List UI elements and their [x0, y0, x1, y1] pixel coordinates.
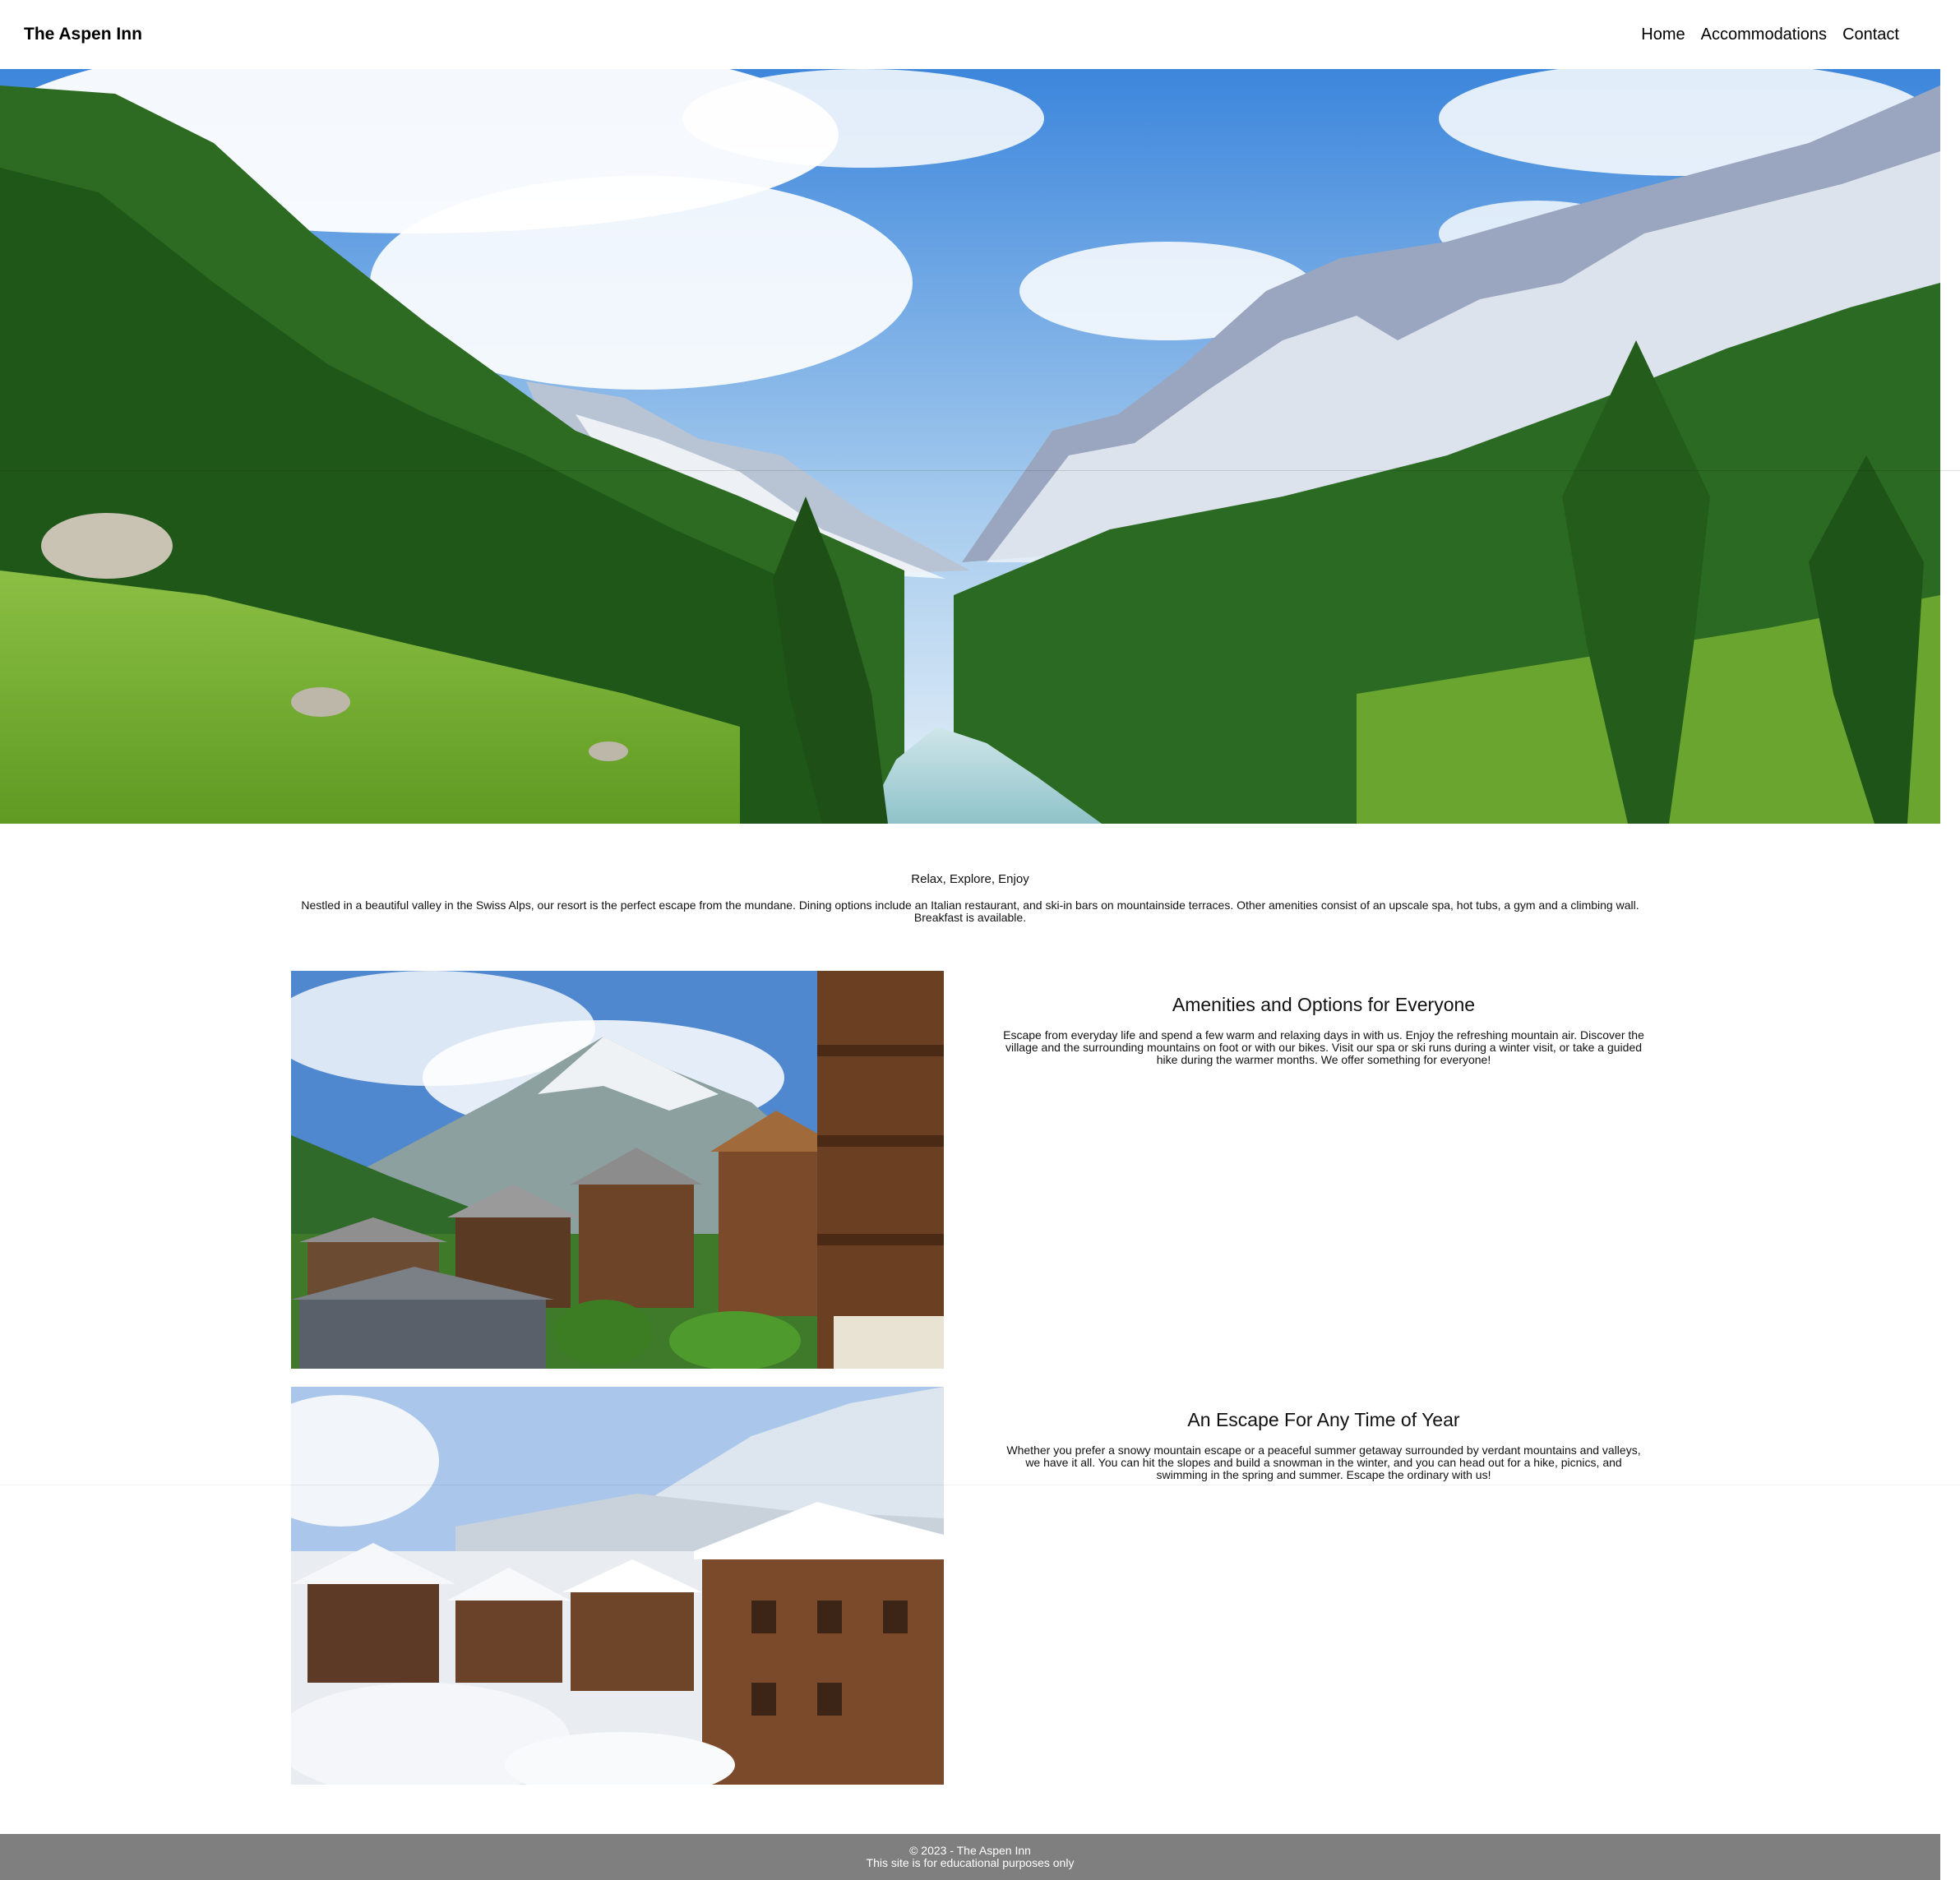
winter-chalet-village-image	[291, 1387, 944, 1785]
site-footer: © 2023 - The Aspen Inn This site is for …	[0, 1834, 1940, 1880]
intro-text: Nestled in a beautiful valley in the Swi…	[301, 898, 1639, 924]
feature-amenities-title: Amenities and Options for Everyone	[1172, 994, 1476, 1015]
feature-escape-text: Whether you prefer a snowy mountain esca…	[1006, 1443, 1641, 1481]
summer-chalet-village-image	[291, 971, 944, 1369]
footer-note: This site is for educational purposes on…	[866, 1856, 1075, 1869]
main-nav: Home Accommodations Contact	[1641, 25, 1899, 44]
nav-accommodations-link[interactable]: Accommodations	[1701, 25, 1827, 44]
feature-escape: An Escape For Any Time of Year Whether y…	[1003, 1409, 1644, 1481]
nav-home-link[interactable]: Home	[1641, 25, 1685, 44]
hero-landscape-illustration	[0, 69, 1940, 824]
intro-tagline: Relax, Explore, Enjoy	[911, 872, 1029, 886]
site-brand[interactable]: The Aspen Inn	[24, 25, 142, 44]
hero-mountain-valley-image	[0, 69, 1940, 824]
feature-amenities-text: Escape from everyday life and spend a fe…	[1003, 1028, 1644, 1066]
footer-copyright: © 2023 - The Aspen Inn	[909, 1844, 1031, 1857]
winter-village-illustration	[291, 1387, 944, 1785]
feature-escape-title: An Escape For Any Time of Year	[1187, 1409, 1460, 1430]
summer-village-illustration	[291, 971, 944, 1369]
feature-amenities: Amenities and Options for Everyone Escap…	[1003, 994, 1644, 1066]
hero-divider-line	[0, 470, 1960, 471]
nav-contact-link[interactable]: Contact	[1842, 25, 1899, 44]
site-header: The Aspen Inn Home Accommodations Contac…	[0, 0, 1940, 69]
